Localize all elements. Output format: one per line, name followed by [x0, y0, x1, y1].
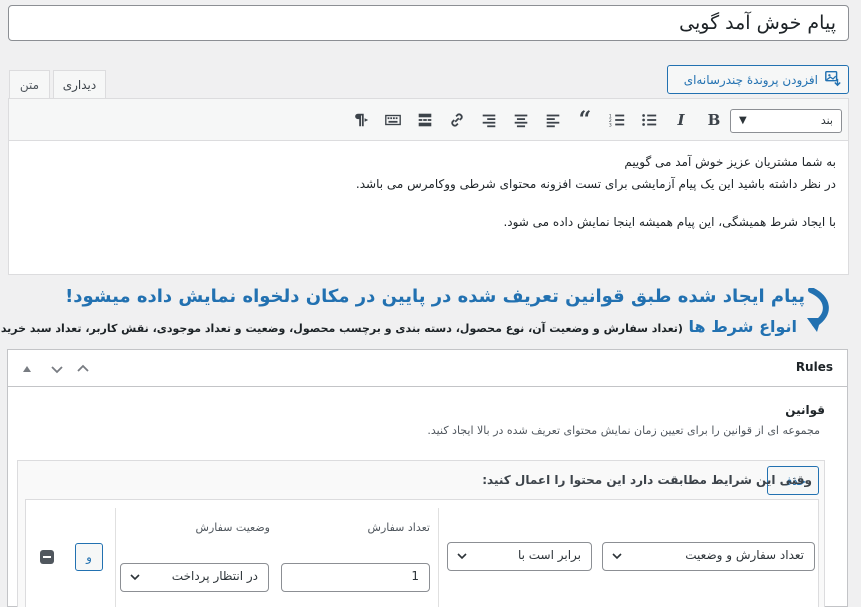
order-status-value: در انتظار پرداخت	[171, 569, 258, 583]
toolbar-toggle-icon[interactable]	[381, 108, 405, 132]
rules-section-label: قوانین	[785, 403, 825, 417]
format-select-value: بند	[820, 114, 833, 127]
curved-arrow-icon	[807, 288, 829, 332]
divider	[115, 508, 116, 607]
content-line	[21, 195, 836, 211]
rules-panel: Rules قوانین مجموعه ای از قوانین را برای…	[7, 349, 848, 607]
align-left-icon[interactable]	[541, 108, 565, 132]
post-title-input[interactable]: پیام خوش آمد گویی	[8, 5, 849, 41]
chevron-up-icon[interactable]	[73, 359, 93, 379]
triangle-up-icon[interactable]	[17, 359, 37, 379]
order-status-select[interactable]: در انتظار پرداخت	[120, 563, 269, 592]
order-status-label: وضعیت سفارش	[195, 521, 270, 534]
add-media-label: افزودن پروندهٔ چندرسانه‌ای	[683, 72, 818, 87]
chevron-down-icon	[457, 553, 467, 560]
rule-type-value: تعداد سفارش و وضعیت	[685, 548, 804, 562]
tab-text[interactable]: متن	[9, 70, 50, 99]
operator-select[interactable]: برابر است با	[447, 542, 592, 571]
chevron-down-icon[interactable]	[47, 359, 67, 379]
blockquote-icon[interactable]: “	[573, 107, 597, 133]
align-center-icon[interactable]	[509, 108, 533, 132]
content-line: به شما مشتریان عزیز خوش آمد می گوییم	[624, 155, 836, 169]
add-media-icon	[824, 69, 842, 90]
editor-content[interactable]: به شما مشتریان عزیز خوش آمد می گوییم در …	[9, 141, 848, 243]
link-icon[interactable]	[445, 108, 469, 132]
editor-toolbar: بند ▼ B I 123 “	[9, 99, 848, 141]
annotation-line-1: پیام ایجاد شده طبق قوانین تعریف شده در پ…	[65, 286, 805, 307]
rules-panel-header: Rules	[8, 350, 847, 387]
order-count-label: تعداد سفارش	[367, 521, 430, 534]
content-editor: بند ▼ B I 123 “ به شما مشتریان عزیز خوش …	[8, 98, 849, 275]
order-count-input[interactable]: 1	[281, 563, 430, 592]
content-line: در نظر داشته باشید این یک پیام آزمایشی ب…	[355, 177, 836, 191]
svg-text:3: 3	[609, 122, 612, 128]
rule-group-title: وقتی این شرایط مطابقت دارد این محتوا را …	[482, 473, 812, 487]
read-more-icon[interactable]	[413, 108, 437, 132]
bold-icon[interactable]: B	[702, 108, 726, 132]
rule-group: حذف وقتی این شرایط مطابقت دارد این محتوا…	[17, 460, 825, 607]
format-select[interactable]: بند ▼	[730, 109, 842, 133]
operator-value: برابر است با	[517, 548, 581, 562]
remove-rule-icon[interactable]	[39, 549, 55, 565]
tab-visual[interactable]: دیداری	[53, 70, 106, 99]
add-and-rule-button[interactable]: و	[75, 543, 103, 571]
chevron-down-icon	[130, 574, 140, 581]
rules-section-description: مجموعه ای از قوانین را برای تعیین زمان ن…	[427, 424, 820, 437]
chevron-down-icon	[612, 553, 622, 560]
rule-row: تعداد سفارش و وضعیت برابر است با تعداد س…	[25, 499, 819, 607]
divider	[438, 508, 439, 607]
add-media-button[interactable]: افزودن پروندهٔ چندرسانه‌ای	[667, 65, 849, 94]
italic-icon[interactable]: I	[669, 108, 693, 132]
annotation-condition-details: (تعداد سفارش و وضعیت آن، نوع محصول، دسته…	[0, 322, 683, 335]
annotation-condition-types: انواع شرط ها	[688, 317, 797, 336]
rules-panel-title: Rules	[795, 360, 833, 374]
caret-down-icon: ▼	[739, 115, 747, 126]
rule-type-select[interactable]: تعداد سفارش و وضعیت	[602, 542, 815, 571]
annotation-line-2: انواع شرط ها (تعداد سفارش و وضعیت آن، نو…	[0, 317, 797, 336]
numbered-list-icon[interactable]: 123	[605, 108, 629, 132]
content-line: با ایجاد شرط همیشگی، این پیام همیشه اینج…	[503, 215, 836, 229]
rtl-paragraph-icon[interactable]	[349, 108, 373, 132]
align-right-icon[interactable]	[477, 108, 501, 132]
bullet-list-icon[interactable]	[637, 108, 661, 132]
